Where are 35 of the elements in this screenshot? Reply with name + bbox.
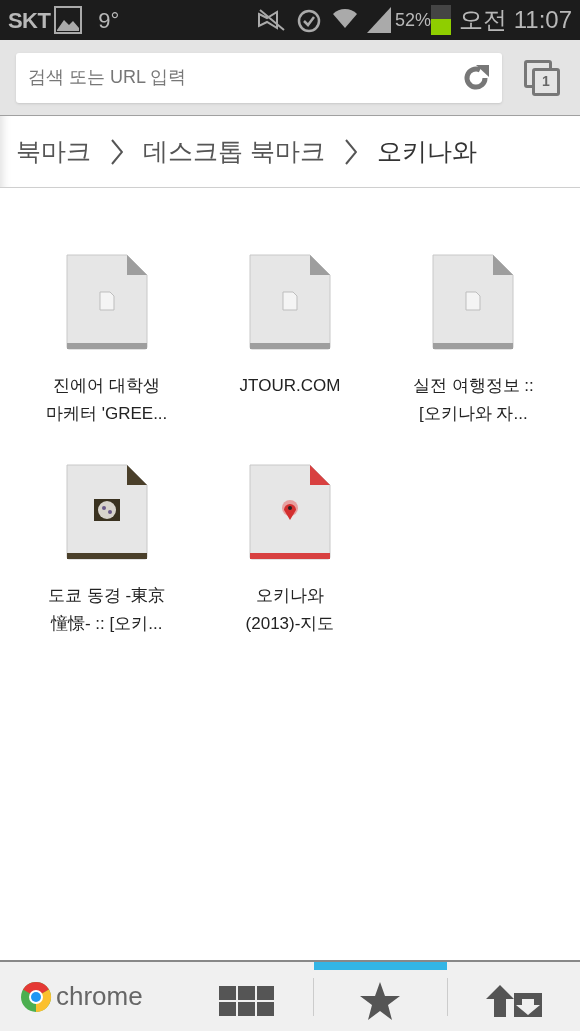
bookmark-title: 실전 여행정보 ::	[412, 375, 534, 397]
reload-icon[interactable]	[462, 63, 490, 92]
bookmark-title: 마케터 'GREE...	[46, 403, 168, 425]
carrier-label: SKT	[8, 6, 51, 35]
grid-icon	[218, 985, 275, 1016]
chrome-logo-icon	[20, 980, 52, 1013]
bookmark-title: 진에어 대학생	[53, 375, 161, 397]
bookmark-title: 오키나와	[256, 585, 324, 607]
bookmark-title: 도쿄 동경 -東京	[48, 585, 166, 607]
bookmark-title: JTOUR.COM	[239, 375, 341, 397]
tab-count: 1	[532, 67, 560, 96]
breadcrumb-item[interactable]: 북마크	[16, 132, 91, 171]
mute-icon	[257, 8, 287, 32]
battery-percent: 52%	[395, 8, 432, 32]
breadcrumb-item[interactable]: 오키나와	[376, 132, 477, 171]
address-input[interactable]: 검색 또는 URL 입력	[28, 64, 462, 91]
search-field[interactable]: 검색 또는 URL 입력	[16, 52, 502, 103]
picture-notification-icon	[54, 6, 83, 34]
bookmark-title: [오키나와 자...	[419, 403, 528, 425]
bookmark-title: 憧憬- :: [오키...	[50, 613, 163, 635]
chevron-icon	[111, 138, 123, 165]
bookmark-item[interactable]: 도쿄 동경 -東京 憧憬- :: [오키...	[15, 464, 199, 638]
bookmark-item[interactable]: 오키나와 (2013)-지도	[198, 464, 382, 638]
chevron-icon	[344, 138, 357, 165]
bookmark-item[interactable]: JTOUR.COM	[198, 254, 382, 428]
bookmark-item[interactable]: 진에어 대학생 마케터 'GREE...	[15, 254, 199, 428]
brand-label: chrome	[56, 980, 143, 1013]
bookmark-title: (2013)-지도	[245, 613, 335, 635]
bookmark-item[interactable]: 실전 여행정보 :: [오키나와 자...	[381, 254, 565, 428]
up-down-arrows-icon	[485, 984, 542, 1017]
breadcrumb-item[interactable]: 데스크톱 북마크	[143, 132, 325, 171]
temperature-label: 9°	[98, 6, 120, 35]
clock-label: 오전 11:07	[459, 5, 572, 35]
star-icon	[360, 981, 401, 1020]
signal-icon	[367, 7, 391, 33]
